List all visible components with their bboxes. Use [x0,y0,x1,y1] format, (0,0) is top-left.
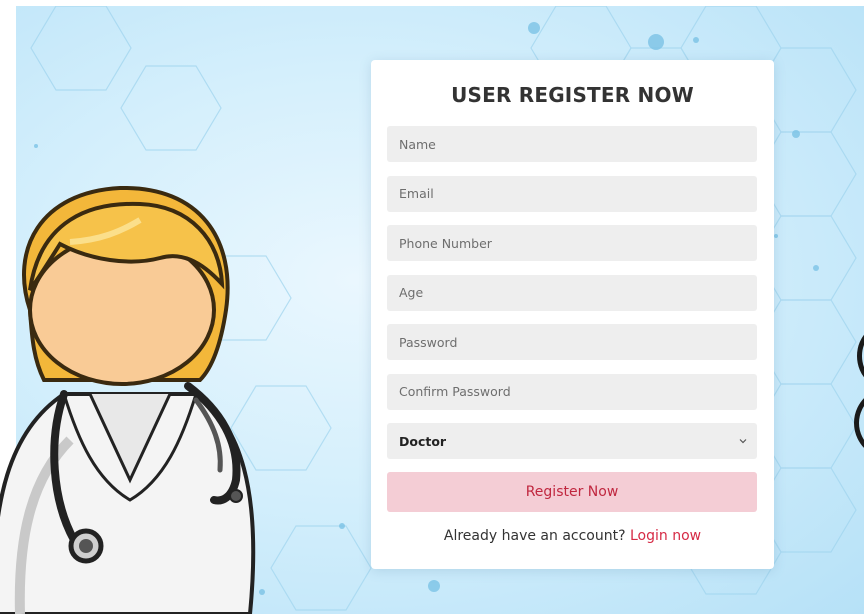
name-input[interactable] [387,126,757,162]
email-input[interactable] [387,175,757,212]
page: USER REGISTER NOW Doctor Register Now Al… [0,0,864,614]
decorative-bracket [854,334,864,448]
role-select[interactable]: Doctor [387,423,757,459]
phone-number-input[interactable] [387,225,757,261]
role-select-wrapper: Doctor [387,423,757,459]
password-input[interactable] [387,324,757,360]
doctor-illustration [0,185,256,614]
login-prompt-line: Already have an account? Login now [387,528,758,544]
register-card: USER REGISTER NOW Doctor Register Now Al… [371,60,774,569]
register-now-button[interactable]: Register Now [387,472,757,512]
login-now-link[interactable]: Login now [630,528,701,544]
form-title: USER REGISTER NOW [451,83,694,107]
login-prompt-text: Already have an account? [443,528,626,544]
confirm-password-input[interactable] [387,373,757,410]
age-input[interactable] [387,274,757,311]
